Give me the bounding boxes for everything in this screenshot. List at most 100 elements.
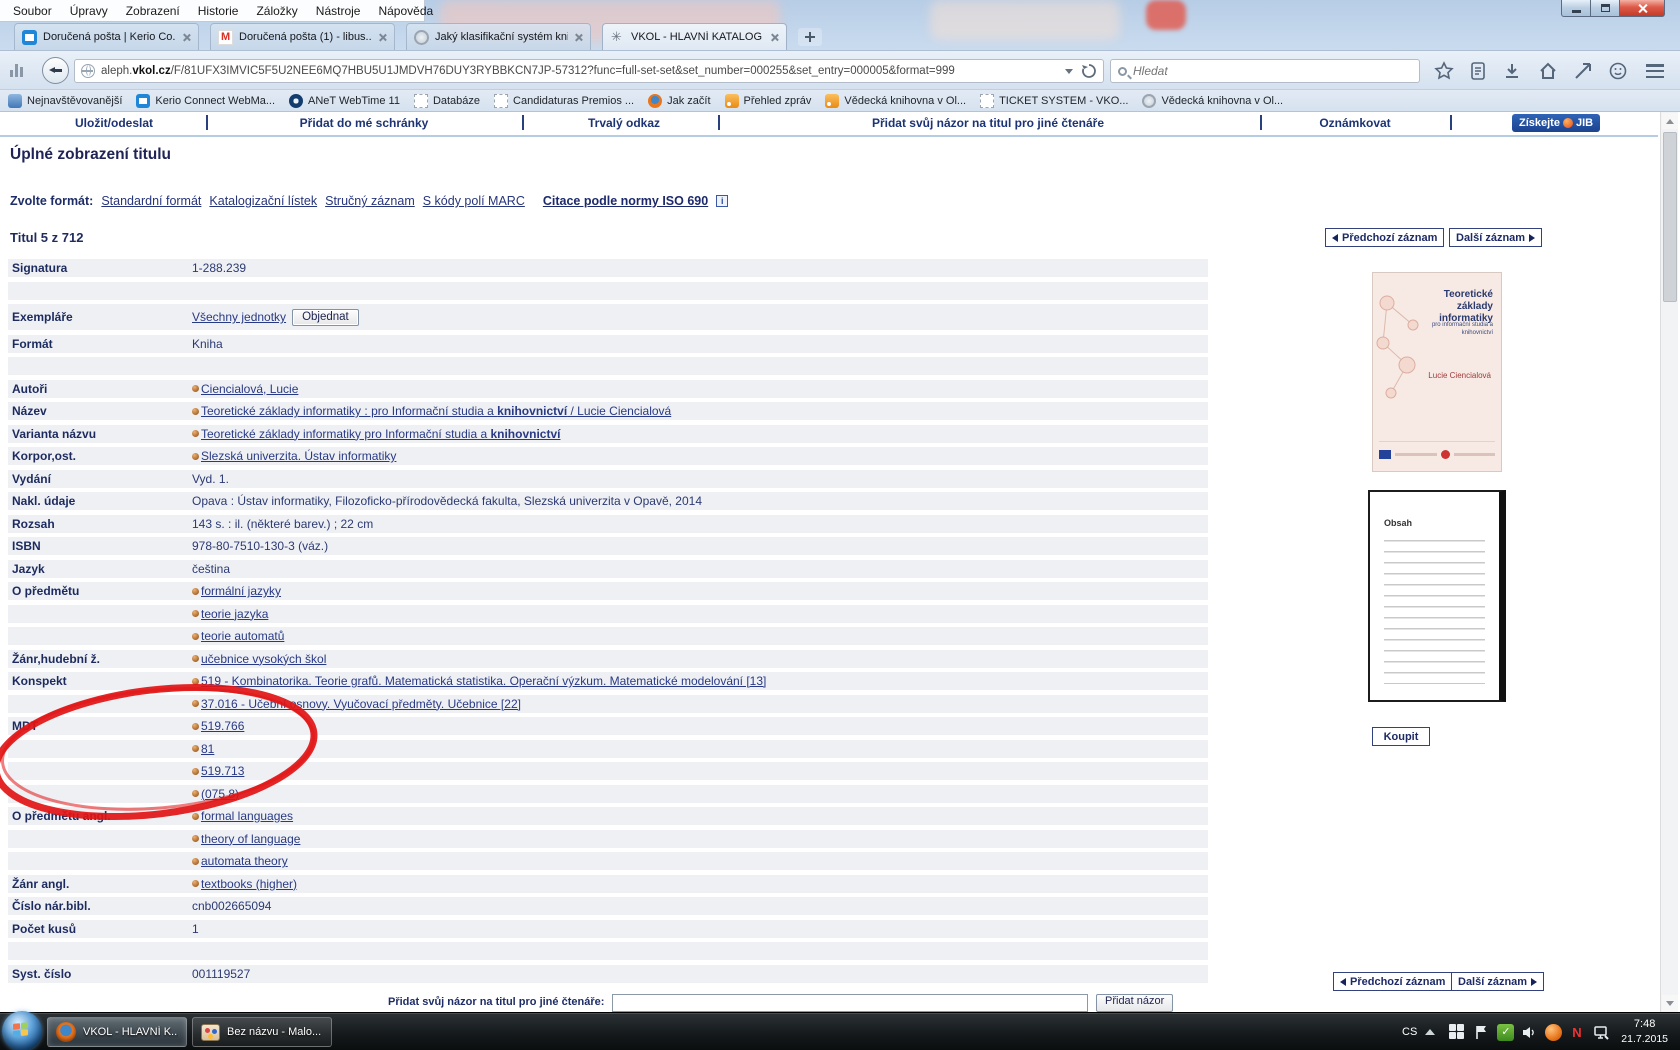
search-box[interactable] [1110,59,1420,83]
record-link[interactable]: 37.016 - Učební osnovy. Vyučovací předmě… [201,697,521,711]
share-icon[interactable] [1573,61,1593,81]
network-icon[interactable] [1593,1024,1610,1041]
record-link[interactable]: formální jazyky [201,584,281,598]
next-record-button-top[interactable]: Další záznam [1449,228,1542,247]
info-icon[interactable] [716,195,728,207]
language-indicator[interactable]: CS [1402,1026,1417,1038]
action-center-flag-icon[interactable] [1473,1024,1490,1041]
address-bar[interactable]: aleph.vkol.cz/F/81UFX3IMVIC5F5U2NEE6MQ7H… [74,59,1104,83]
tab-close-icon[interactable] [574,33,583,42]
record-link[interactable]: Teoretické základy informatiky pro Infor… [201,427,560,441]
add-review-input[interactable] [612,994,1088,1012]
bookmark-item[interactable]: Candidaturas Premios ... [494,94,634,108]
search-input[interactable] [1133,64,1412,78]
menu-item-soubor[interactable]: Soubor [4,2,61,20]
bookmark-star-icon[interactable] [1434,61,1454,81]
taskbar-button-paint[interactable]: Bez názvu - Malo... [192,1017,332,1047]
reading-list-icon[interactable] [1468,61,1488,81]
record-link[interactable]: automata theory [201,854,288,868]
record-link[interactable]: Teoretické základy informatiky : pro Inf… [201,404,671,418]
tray-grid-icon[interactable] [1449,1024,1466,1041]
record-link[interactable]: formal languages [201,809,293,823]
back-button[interactable] [42,57,69,84]
format-link[interactable]: Standardní formát [101,194,201,208]
home-icon[interactable] [1538,61,1558,81]
reload-icon[interactable] [1081,63,1097,79]
order-button[interactable]: Objednat [292,309,359,326]
previous-record-button-top[interactable]: Předchozí záznam [1325,228,1444,247]
browser-tab[interactable]: VKOL - HLAVNÍ KATALOG ... [602,23,787,50]
previous-record-button-bottom[interactable]: Předchozí záznam [1333,972,1452,991]
bookmark-item[interactable]: Vědecká knihovna v Ol... [825,94,966,108]
record-link[interactable]: Všechny jednotky [192,310,286,324]
scroll-down-icon[interactable] [1662,995,1678,1011]
nod32-icon[interactable] [1569,1024,1586,1041]
next-record-button-bottom[interactable]: Další záznam [1451,972,1544,991]
menu-item-nástroje[interactable]: Nástroje [307,2,370,20]
minimize-button[interactable] [1561,0,1591,17]
add-review-button[interactable]: Přidat názor [1096,994,1173,1012]
feedback-smiley-icon[interactable] [1608,61,1628,81]
record-link[interactable]: 519 - Kombinatorika. Teorie grafů. Matem… [201,674,766,688]
tab-close-icon[interactable] [182,33,191,42]
bookmark-item[interactable]: Vědecká knihovna v Ol... [1142,94,1283,108]
bookmark-item[interactable]: Kerio Connect WebMa... [136,94,275,108]
activity-bars-icon[interactable] [10,64,26,77]
toolbar-link[interactable]: Trvalý odkaz [588,116,660,130]
book-toc-image[interactable]: Obsah [1368,490,1506,702]
antivirus-shield-icon[interactable] [1497,1024,1514,1041]
record-link[interactable]: 519.713 [201,764,244,778]
start-button[interactable] [2,1011,42,1050]
bookmark-item[interactable]: ANeT WebTime 11 [289,94,400,108]
close-button[interactable] [1619,0,1665,17]
menu-item-záložky[interactable]: Záložky [247,2,306,20]
toolbar-link[interactable]: Přidat svůj názor na titul pro jiné čten… [872,116,1104,130]
menu-hamburger-icon[interactable] [1646,64,1664,78]
menu-item-historie[interactable]: Historie [189,2,248,20]
toolbar-link[interactable]: Oznámkovat [1319,116,1390,130]
taskbar-button-firefox[interactable]: VKOL - HLAVNÍ K... [47,1017,187,1047]
browser-tab[interactable]: Doručená pošta (1) - libus.... [210,23,395,50]
record-link[interactable]: (075.8) [201,787,239,801]
tab-close-icon[interactable] [378,33,387,42]
maximize-button[interactable] [1591,0,1619,17]
scrollbar-thumb[interactable] [1663,132,1677,302]
browser-tab[interactable]: Doručená pošta | Kerio Co... [14,23,199,50]
updater-icon[interactable] [1545,1024,1562,1041]
bookmark-item[interactable]: Jak začít [648,94,710,108]
record-link[interactable]: Slezská univerzita. Ústav informatiky [201,449,396,463]
record-link[interactable]: 81 [201,742,214,756]
buy-button[interactable]: Koupit [1372,727,1430,746]
record-link[interactable]: 519.766 [201,719,244,733]
record-link[interactable]: teorie jazyka [201,607,268,621]
menu-item-úpravy[interactable]: Úpravy [61,2,117,20]
record-link[interactable]: textbooks (higher) [201,877,297,891]
tab-close-icon[interactable] [770,33,779,42]
format-link[interactable]: S kódy polí MARC [423,194,525,208]
menu-item-nápověda[interactable]: Nápověda [369,2,442,20]
tray-expand-icon[interactable] [1425,1029,1435,1035]
bookmark-item[interactable]: Databáze [414,94,480,108]
format-link[interactable]: Katalogizační lístek [209,194,317,208]
record-link[interactable]: učebnice vysokých škol [201,652,326,666]
clock[interactable]: 7:48 21.7.2015 [1621,1017,1668,1047]
book-cover-image[interactable]: Teoretické základy informatiky pro infor… [1372,272,1502,472]
downloads-icon[interactable] [1502,61,1522,81]
site-identity-globe-icon[interactable] [81,64,95,78]
vertical-scrollbar[interactable] [1660,112,1678,1012]
browser-tab[interactable]: Jaký klasifikační systém kni... [406,23,591,50]
record-link[interactable]: Ciencialová, Lucie [201,382,298,396]
url-dropdown-icon[interactable] [1065,69,1073,74]
volume-icon[interactable] [1521,1024,1538,1041]
bookmark-item[interactable]: Nejnavštěvovanější [8,94,122,108]
menu-item-zobrazení[interactable]: Zobrazení [117,2,189,20]
record-link[interactable]: theory of language [201,832,300,846]
url-text[interactable]: aleph.vkol.cz/F/81UFX3IMVIC5F5U2NEE6MQ7H… [101,65,1057,77]
format-link[interactable]: Stručný záznam [325,194,415,208]
toolbar-link[interactable]: Uložit/odeslat [75,116,153,130]
bookmark-item[interactable]: Přehled zpráv [725,94,812,108]
record-link[interactable]: teorie automatů [201,629,284,643]
jib-button[interactable]: Získejte JIB [1512,114,1600,132]
citation-link[interactable]: Citace podle normy ISO 690 [543,194,708,208]
bookmark-item[interactable]: TICKET SYSTEM - VKO... [980,94,1128,108]
